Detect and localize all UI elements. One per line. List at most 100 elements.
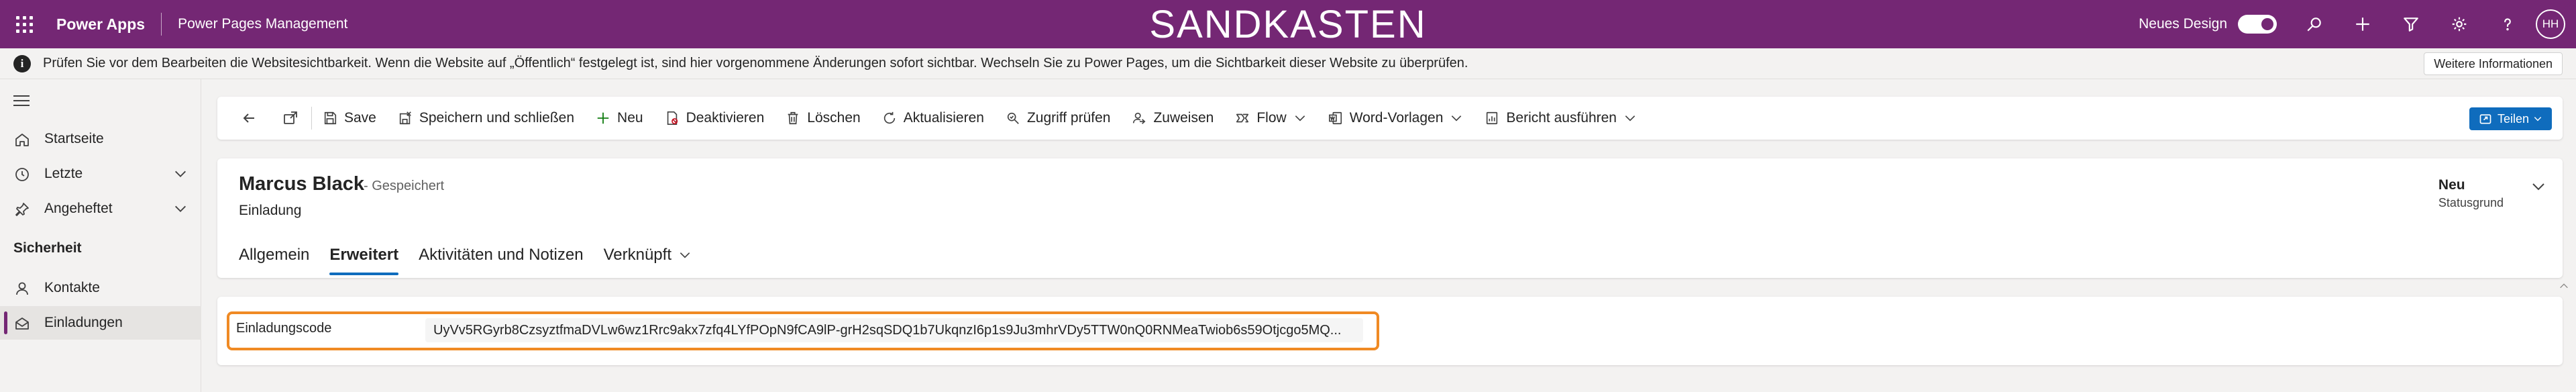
status-reason[interactable]: Neu Statusgrund (2438, 177, 2504, 210)
search-button[interactable] (2290, 0, 2339, 48)
sidebar-item-einladungen[interactable]: Einladungen (0, 306, 201, 340)
sidebar: Startseite Letzte Angeheftet Sicherheit … (0, 79, 201, 392)
notification-bar: i Prüfen Sie vor dem Bearbeiten die Webs… (0, 48, 2576, 79)
record-title: Marcus Black (239, 173, 364, 195)
search-icon (2307, 17, 2321, 32)
more-info-button[interactable]: Weitere Informationen (2424, 52, 2563, 75)
field-label: Einladungscode (236, 321, 332, 336)
person-icon (13, 280, 31, 297)
sidebar-item-angeheftet[interactable]: Angeheftet (0, 192, 201, 226)
command-bar: Save Speichern und schließen Neu Deaktiv… (217, 97, 2563, 140)
tab-verknuepft[interactable]: Verknüpft (604, 232, 692, 278)
header-expand-button[interactable] (2530, 179, 2546, 198)
app-launcher-button[interactable] (0, 0, 48, 48)
new-design-label: Neues Design (2139, 16, 2227, 32)
save-button[interactable]: Save (312, 97, 387, 140)
check-access-label: Zugriff prüfen (1026, 110, 1111, 126)
app-name[interactable]: Power Apps (56, 15, 145, 34)
tab-aktivitaeten-und-notizen[interactable]: Aktivitäten und Notizen (419, 232, 583, 278)
avatar[interactable]: HH (2536, 9, 2565, 39)
filter-icon (2404, 17, 2418, 32)
tab-allgemein[interactable]: Allgemein (239, 232, 309, 278)
info-icon: i (13, 54, 31, 72)
home-icon (13, 131, 31, 148)
sidebar-item-startseite[interactable]: Startseite (0, 122, 201, 156)
refresh-button[interactable]: Aktualisieren (871, 97, 995, 140)
trash-icon (788, 111, 798, 125)
save-close-icon (399, 111, 411, 125)
save-label: Save (344, 110, 376, 126)
gear-icon (2452, 17, 2467, 32)
waffle-icon (15, 15, 33, 33)
save-status: - Gespeichert (364, 179, 445, 193)
tab-label: Verknüpft (603, 246, 672, 264)
app-header: Power Apps Power Pages Management SANDKA… (0, 0, 2576, 48)
report-icon (1487, 111, 1498, 125)
deactivate-label: Deaktivieren (686, 110, 765, 126)
nav-toggle-button[interactable] (13, 94, 30, 111)
sidebar-item-label: Einladungen (44, 315, 123, 330)
chevron-down-icon (1452, 115, 1462, 121)
new-label: Neu (617, 110, 643, 126)
save-and-close-button[interactable]: Speichern und schließen (387, 97, 585, 140)
plus-icon (597, 112, 609, 124)
chevron-down-icon[interactable] (173, 201, 188, 219)
pin-icon (13, 201, 31, 218)
notification-text: Prüfen Sie vor dem Bearbeiten die Websit… (43, 56, 1468, 70)
word-templates-button[interactable]: Word-Vorlagen (1318, 97, 1474, 140)
help-icon (2504, 18, 2511, 31)
chevron-down-icon (2532, 183, 2544, 191)
form-section: Einladungscode UyVv5RGyrb8CzsyztfmaDVLw6… (217, 297, 2563, 365)
flow-label: Flow (1256, 110, 1287, 126)
status-value: Neu (2438, 177, 2465, 193)
sidebar-section-title: Sicherheit (13, 240, 82, 256)
record-header: Marcus Black - Gespeichert Einladung Neu… (217, 158, 2563, 278)
back-button[interactable] (228, 97, 270, 140)
arrow-left-icon (243, 113, 254, 123)
filter-button[interactable] (2387, 0, 2435, 48)
word-templates-label: Word-Vorlagen (1349, 110, 1444, 126)
deactivate-icon (667, 111, 678, 125)
chevron-up-icon (2560, 283, 2568, 289)
check-access-icon (1007, 112, 1019, 124)
sidebar-item-kontakte[interactable]: Kontakte (0, 271, 201, 305)
status-label: Statusgrund (2438, 196, 2504, 209)
chevron-down-icon[interactable] (173, 166, 188, 185)
help-button[interactable] (2483, 0, 2532, 48)
invitation-code-field: Einladungscode UyVv5RGyrb8CzsyztfmaDVLw6… (227, 311, 1379, 350)
settings-button[interactable] (2435, 0, 2483, 48)
chevron-down-icon (680, 252, 690, 258)
scroll-up-button[interactable] (2559, 281, 2569, 295)
assign-button[interactable]: Zuweisen (1121, 97, 1224, 140)
share-label: Teilen (2497, 111, 2529, 126)
sidebar-item-label: Startseite (44, 131, 104, 146)
flow-button[interactable]: Flow (1224, 97, 1317, 140)
assign-label: Zuweisen (1153, 110, 1214, 126)
sidebar-item-label: Angeheftet (44, 201, 113, 216)
assign-person-icon (1133, 112, 1146, 124)
refresh-label: Aktualisieren (903, 110, 984, 126)
add-button[interactable] (2339, 0, 2387, 48)
sidebar-item-letzte[interactable]: Letzte (0, 157, 201, 191)
delete-label: Löschen (807, 110, 861, 126)
tab-erweitert[interactable]: Erweitert (329, 232, 398, 278)
entity-name: Einladung (239, 203, 302, 218)
clock-icon (13, 166, 31, 183)
header-divider (161, 13, 162, 36)
invitation-code-input[interactable]: UyVv5RGyrb8CzsyztfmaDVLw6wz1Rrc9akx7zfq4… (425, 318, 1363, 342)
refresh-icon (883, 111, 895, 124)
save-and-close-label: Speichern und schließen (419, 110, 575, 126)
new-design-toggle[interactable] (2238, 15, 2277, 34)
new-button[interactable]: Neu (585, 97, 654, 140)
deactivate-button[interactable]: Deaktivieren (654, 97, 775, 140)
sub-app-name[interactable]: Power Pages Management (178, 16, 347, 32)
share-button[interactable]: Teilen (2469, 107, 2552, 130)
sidebar-item-label: Kontakte (44, 280, 100, 295)
chevron-down-icon (2534, 117, 2542, 121)
flow-icon (1236, 113, 1249, 123)
delete-button[interactable]: Löschen (775, 97, 871, 140)
share-icon (2479, 114, 2491, 124)
check-access-button[interactable]: Zugriff prüfen (995, 97, 1122, 140)
run-report-button[interactable]: Bericht ausführen (1474, 97, 1648, 140)
open-new-window-button[interactable] (270, 97, 311, 140)
